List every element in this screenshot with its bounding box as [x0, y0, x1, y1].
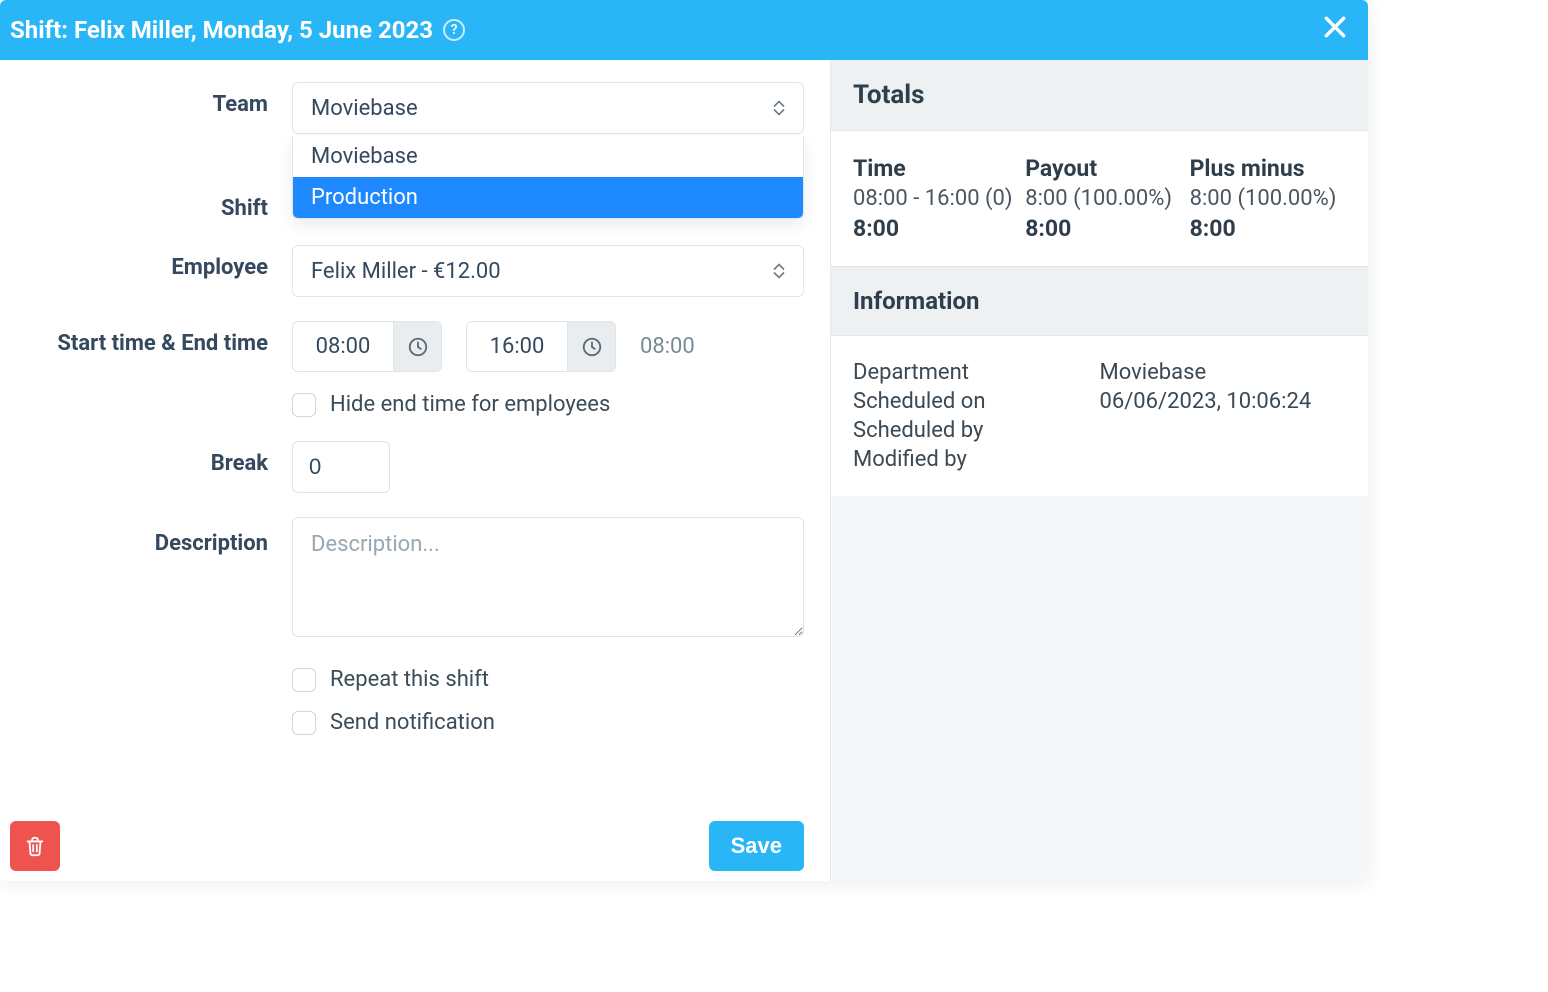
notify-row: Send notification [10, 710, 804, 735]
info-department-label: Department [853, 360, 1100, 385]
totals-heading: Totals [831, 60, 1368, 131]
team-select[interactable]: Moviebase [292, 82, 804, 134]
modal-body: Team Moviebase Moviebase Production [0, 60, 1368, 881]
checkbox-icon [292, 711, 316, 735]
description-row: Description [10, 517, 804, 643]
totals-block: Time Payout Plus minus 08:00 - 16:00 (0)… [831, 131, 1368, 267]
information-heading: Information [831, 267, 1368, 336]
employee-row: Employee Felix Miller - €12.00 [10, 245, 804, 297]
totals-plusminus-sub: 8:00 (100.00%) [1190, 186, 1346, 211]
end-time-input[interactable]: 16:00 [466, 321, 616, 372]
save-button[interactable]: Save [709, 821, 804, 871]
info-scheduled-on-label: Scheduled on [853, 389, 1100, 414]
modal-footer: Save [10, 821, 804, 871]
close-icon[interactable] [1322, 14, 1348, 46]
hide-end-time-label: Hide end time for employees [330, 392, 610, 417]
totals-time-sub: 08:00 - 16:00 (0) [853, 186, 1017, 211]
team-option-production[interactable]: Production [293, 177, 803, 218]
totals-payout-value: 8:00 [1025, 215, 1181, 242]
send-notification-checkbox[interactable]: Send notification [292, 710, 804, 735]
break-row: Break [10, 441, 804, 493]
updown-icon [773, 99, 785, 117]
totals-time-value: 8:00 [853, 215, 1017, 242]
modal-header: Shift: Felix Miller, Monday, 5 June 2023… [0, 0, 1368, 60]
delete-button[interactable] [10, 821, 60, 871]
hide-end-time-checkbox[interactable]: Hide end time for employees [292, 392, 804, 417]
break-input[interactable] [292, 441, 390, 493]
time-label: Start time & End time [10, 321, 292, 356]
team-row: Team Moviebase Moviebase Production [10, 82, 804, 134]
team-select-value: Moviebase [311, 96, 418, 121]
side-pane: Totals Time Payout Plus minus 08:00 - 16… [830, 60, 1368, 881]
form-pane: Team Moviebase Moviebase Production [0, 60, 830, 881]
shift-duration: 08:00 [640, 334, 695, 359]
end-time-value: 16:00 [467, 322, 567, 371]
totals-payout-sub: 8:00 (100.00%) [1025, 186, 1181, 211]
shift-modal: Shift: Felix Miller, Monday, 5 June 2023… [0, 0, 1368, 881]
send-notification-label: Send notification [330, 710, 495, 735]
information-block: Department Moviebase Scheduled on 06/06/… [831, 336, 1368, 496]
start-time-value: 08:00 [293, 322, 393, 371]
clock-icon[interactable] [393, 322, 441, 371]
break-label: Break [10, 441, 292, 476]
updown-icon [773, 262, 785, 280]
start-time-input[interactable]: 08:00 [292, 321, 442, 372]
totals-payout-head: Payout [1025, 155, 1181, 182]
info-department-value: Moviebase [1100, 360, 1347, 385]
info-modified-by-value [1100, 447, 1347, 472]
team-option-moviebase[interactable]: Moviebase [293, 136, 803, 177]
totals-time-head: Time [853, 155, 1017, 182]
info-scheduled-by-label: Scheduled by [853, 418, 1100, 443]
modal-title: Shift: Felix Miller, Monday, 5 June 2023 [10, 16, 433, 44]
shift-label: Shift [10, 186, 292, 221]
employee-select[interactable]: Felix Miller - €12.00 [292, 245, 804, 297]
repeat-shift-checkbox[interactable]: Repeat this shift [292, 667, 804, 692]
trash-icon [24, 835, 46, 857]
info-modified-by-label: Modified by [853, 447, 1100, 472]
hide-end-row: Hide end time for employees [10, 392, 804, 417]
checkbox-icon [292, 668, 316, 692]
employee-select-value: Felix Miller - €12.00 [311, 259, 501, 284]
totals-plusminus-value: 8:00 [1190, 215, 1346, 242]
info-scheduled-on-value: 06/06/2023, 10:06:24 [1100, 389, 1347, 414]
totals-plusminus-head: Plus minus [1190, 155, 1346, 182]
description-textarea[interactable] [292, 517, 804, 637]
description-label: Description [10, 517, 292, 556]
help-icon[interactable]: ? [443, 19, 465, 41]
repeat-row: Repeat this shift [10, 667, 804, 692]
team-label: Team [10, 82, 292, 117]
clock-icon[interactable] [567, 322, 615, 371]
employee-label: Employee [10, 245, 292, 280]
info-scheduled-by-value [1100, 418, 1347, 443]
repeat-shift-label: Repeat this shift [330, 667, 489, 692]
time-row: Start time & End time 08:00 16:00 [10, 321, 804, 372]
team-dropdown: Moviebase Production [292, 136, 804, 219]
checkbox-icon [292, 393, 316, 417]
